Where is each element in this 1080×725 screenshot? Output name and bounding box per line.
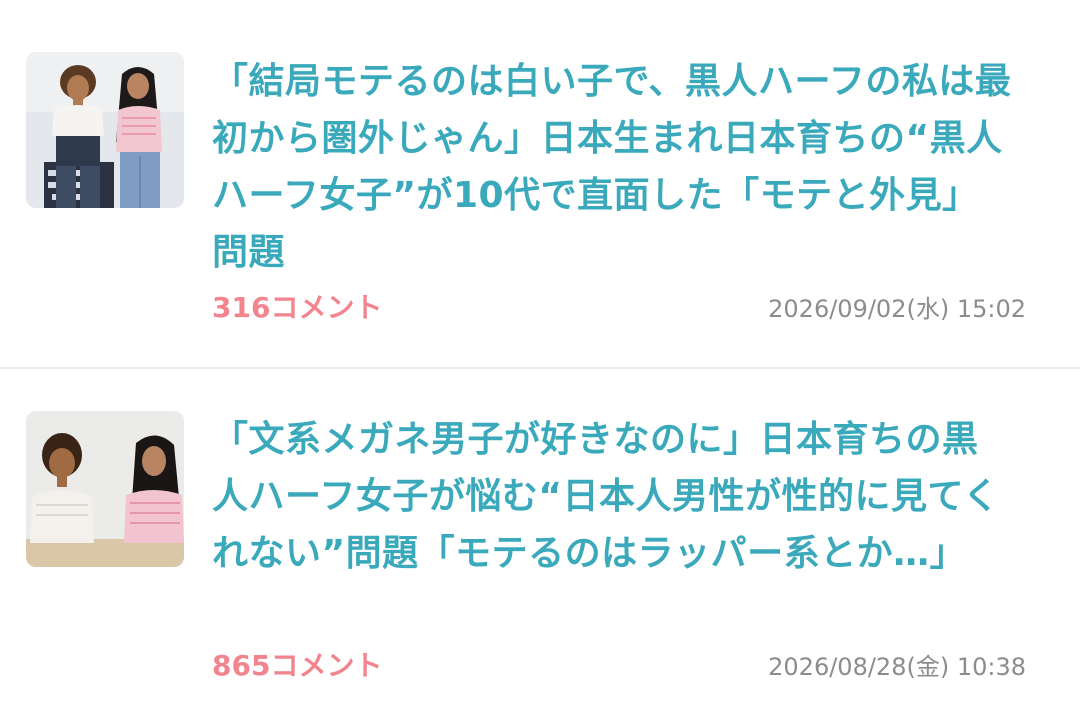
article-item[interactable]: 「文系メガネ男子が好きなのに」日本育ちの黒人ハーフ女子が悩む“日本人男性が性的に…: [0, 368, 1080, 725]
two-women-standing-photo-icon: [26, 52, 184, 208]
article-title[interactable]: 「結局モテるのは白い子で、黒人ハーフの私は最初から圏外じゃん」日本生まれ日本育ち…: [212, 53, 1012, 281]
comment-count[interactable]: 865コメント: [212, 648, 382, 684]
article-item[interactable]: 「結局モテるのは白い子で、黒人ハーフの私は最初から圏外じゃん」日本生まれ日本育ち…: [0, 0, 1080, 367]
article-feed: 「結局モテるのは白い子で、黒人ハーフの私は最初から圏外じゃん」日本生まれ日本育ち…: [0, 0, 1080, 725]
article-timestamp: 2026/08/28(金) 10:38: [768, 653, 1026, 681]
article-thumbnail[interactable]: [26, 52, 184, 208]
article-timestamp: 2026/09/02(水) 15:02: [768, 295, 1026, 323]
comment-count[interactable]: 316コメント: [212, 290, 382, 326]
article-title[interactable]: 「文系メガネ男子が好きなのに」日本育ちの黒人ハーフ女子が悩む“日本人男性が性的に…: [212, 411, 1012, 582]
two-women-seated-photo-icon: [26, 411, 184, 567]
article-thumbnail[interactable]: [26, 411, 184, 567]
